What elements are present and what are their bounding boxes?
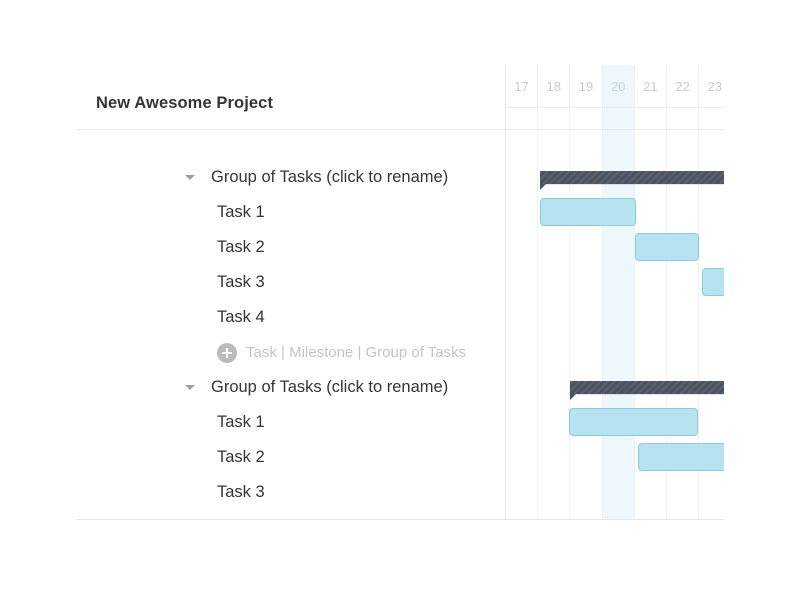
chevron-down-icon[interactable]	[185, 385, 195, 390]
group-summary-bar[interactable]	[539, 171, 724, 184]
task-bar[interactable]	[539, 198, 637, 226]
task-bar[interactable]	[634, 233, 700, 261]
task-row-label[interactable]: Task 4	[217, 308, 265, 327]
plus-circle-icon[interactable]	[217, 342, 237, 363]
task-row-label[interactable]: Task 2	[217, 238, 265, 257]
task-row-label[interactable]: Task 1	[217, 413, 265, 432]
group-row[interactable]: Group of Tasks (click to rename)	[77, 160, 506, 195]
day-label-22[interactable]: 22	[667, 65, 700, 107]
gantt-card: New Awesome Project 17 18 19 20 21 22 23 Group…	[77, 65, 724, 520]
task-row[interactable]: Task 3	[77, 475, 506, 510]
group-summary-bar[interactable]	[570, 381, 724, 394]
group-row[interactable]: Group of Tasks (click to rename)	[77, 370, 506, 405]
task-row[interactable]: Task 2	[77, 440, 506, 475]
group-row-label[interactable]: Group of Tasks (click to rename)	[211, 378, 448, 397]
group-bar-tail-icon	[570, 394, 577, 400]
task-row[interactable]: Task 1	[77, 405, 506, 440]
day-label-21[interactable]: 21	[635, 65, 667, 107]
gantt-app: New Awesome Project 17 18 19 20 21 22 23 Group…	[0, 0, 800, 589]
task-row[interactable]: Task 3	[77, 265, 506, 300]
task-row-label[interactable]: Task 3	[217, 483, 265, 502]
add-item-links[interactable]: Task | Milestone | Group of Tasks	[246, 344, 466, 361]
task-row-label[interactable]: Task 2	[217, 448, 265, 467]
chevron-down-icon[interactable]	[185, 175, 195, 180]
day-label-20[interactable]: 20	[603, 65, 635, 107]
task-row[interactable]: Task 4	[77, 300, 506, 335]
day-label-19[interactable]: 19	[570, 65, 603, 107]
task-row[interactable]: Task 1	[77, 195, 506, 230]
group-bar-tail-icon	[539, 184, 546, 190]
task-row-label[interactable]: Task 3	[217, 273, 265, 292]
group-row-label[interactable]: Group of Tasks (click to rename)	[211, 168, 448, 187]
task-rows: Group of Tasks (click to rename) Task 1 Ta…	[77, 130, 506, 519]
task-list-pane: Group of Tasks (click to rename) Task 1 Ta…	[77, 65, 506, 519]
timeline-panel[interactable]: 17 18 19 20 21 22 23	[506, 65, 724, 519]
task-row[interactable]: Task 2	[77, 230, 506, 265]
task-bar[interactable]	[638, 443, 724, 471]
task-row-label[interactable]: Task 1	[217, 203, 265, 222]
task-bar[interactable]	[702, 268, 724, 296]
day-label-18[interactable]: 18	[538, 65, 571, 107]
gantt-bars-layer	[506, 130, 724, 519]
timeline-header-divider	[506, 107, 724, 108]
task-bar[interactable]	[568, 408, 698, 436]
add-item-row: Task | Milestone | Group of Tasks	[77, 335, 506, 370]
day-label-23[interactable]: 23	[699, 65, 724, 107]
day-label-17[interactable]: 17	[506, 65, 539, 107]
